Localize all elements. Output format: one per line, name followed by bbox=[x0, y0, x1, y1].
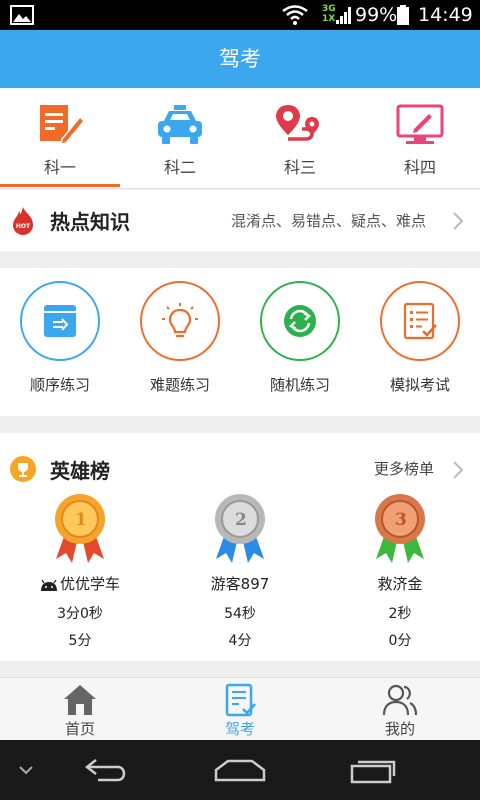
ranker-1[interactable]: 1 优优学车 3分0秒 5分 bbox=[0, 493, 160, 653]
chevron-right-icon bbox=[453, 461, 464, 479]
recent-apps-icon[interactable] bbox=[350, 756, 398, 784]
wifi-icon bbox=[282, 5, 308, 25]
page-title: 驾考 bbox=[219, 47, 261, 71]
gallery-icon bbox=[10, 5, 34, 25]
ranker-name-row: 游客897 bbox=[160, 573, 320, 594]
rank-number: 1 bbox=[75, 510, 87, 530]
practice-circle bbox=[380, 281, 460, 361]
practice-sequence-button[interactable]: 顺序练习 bbox=[0, 268, 120, 416]
tab-label: 科三 bbox=[283, 158, 316, 177]
shuffle-icon bbox=[284, 305, 316, 337]
rank-number: 2 bbox=[235, 510, 247, 530]
checklist-icon bbox=[403, 302, 437, 340]
practice-panel: 顺序练习 难题练习 随机练习 模拟考试 bbox=[0, 268, 480, 416]
practice-label: 难题练习 bbox=[149, 376, 210, 394]
practice-mock-exam-button[interactable]: 模拟考试 bbox=[360, 268, 480, 416]
practice-random-button[interactable]: 随机练习 bbox=[240, 268, 360, 416]
bottom-nav: 首页 驾考 我的 bbox=[0, 677, 480, 740]
exam-paper-pen-icon bbox=[40, 105, 84, 145]
chevron-down-icon[interactable] bbox=[18, 764, 34, 776]
nav-home[interactable]: 首页 bbox=[0, 678, 160, 741]
hot-fire-icon: HOT bbox=[13, 207, 33, 235]
practice-hard-button[interactable]: 难题练习 bbox=[120, 268, 240, 416]
signal-icon bbox=[336, 7, 351, 24]
more-rankings-link[interactable]: 更多榜单 bbox=[374, 458, 434, 479]
practice-label: 随机练习 bbox=[269, 376, 330, 394]
ranker-3[interactable]: 3 救济金 2秒 0分 bbox=[320, 493, 480, 653]
practice-circle bbox=[20, 281, 100, 361]
ranker-time: 3分0秒 bbox=[57, 606, 103, 622]
battery-icon bbox=[397, 5, 409, 25]
sequence-icon bbox=[44, 305, 76, 337]
tab-subject-2[interactable]: 科二 bbox=[120, 88, 240, 188]
tab-label: 科二 bbox=[163, 158, 196, 177]
chevron-right-icon bbox=[453, 212, 464, 230]
car-icon bbox=[158, 105, 202, 144]
system-nav-bar bbox=[0, 740, 480, 800]
ranker-score: 0分 bbox=[388, 633, 412, 649]
hot-knowledge-desc: 混淆点、易错点、疑点、难点 bbox=[231, 212, 427, 230]
home-nav-icon[interactable] bbox=[214, 758, 266, 782]
tab-subject-1[interactable]: 科一 bbox=[0, 88, 120, 188]
network-type-label: 3G 1X bbox=[322, 4, 336, 24]
practice-circle bbox=[260, 281, 340, 361]
home-icon bbox=[64, 685, 96, 715]
lightbulb-icon bbox=[162, 303, 198, 338]
status-bar: 3G 1X 99% 14:49 bbox=[0, 0, 480, 30]
hero-board-title: 英雄榜 bbox=[50, 459, 110, 483]
ranker-name-row: 救济金 bbox=[320, 573, 480, 594]
ranker-2[interactable]: 2 游客897 54秒 4分 bbox=[160, 493, 320, 653]
tab-label: 科四 bbox=[403, 158, 436, 177]
selected-tab-indicator bbox=[0, 184, 120, 187]
users-icon bbox=[382, 684, 418, 716]
nav-label: 首页 bbox=[64, 720, 95, 738]
hot-knowledge-title: 热点知识 bbox=[50, 210, 130, 234]
tab-label: 科一 bbox=[43, 158, 76, 177]
practice-label: 模拟考试 bbox=[389, 376, 450, 394]
nav-label: 我的 bbox=[384, 720, 415, 738]
nav-exam[interactable]: 驾考 bbox=[160, 678, 320, 741]
exam-list-icon bbox=[225, 683, 256, 717]
nav-mine[interactable]: 我的 bbox=[320, 678, 480, 741]
ranker-score: 5分 bbox=[68, 633, 92, 649]
ranker-score: 4分 bbox=[228, 633, 252, 649]
hot-badge-text: HOT bbox=[16, 223, 31, 230]
practice-circle bbox=[140, 281, 220, 361]
hero-board: 英雄榜 更多榜单 1 优优学车 3分0秒 5分 2 游客897 54秒 4分 3… bbox=[0, 433, 480, 661]
trophy-icon bbox=[10, 456, 36, 482]
battery-percent: 99% bbox=[355, 4, 398, 26]
clock: 14:49 bbox=[418, 4, 473, 26]
ranker-name: 游客897 bbox=[210, 575, 270, 593]
ranker-name: 优优学车 bbox=[59, 575, 120, 593]
hot-knowledge-row[interactable]: HOT 热点知识 混淆点、易错点、疑点、难点 bbox=[0, 190, 480, 251]
tab-subject-3[interactable]: 科三 bbox=[240, 88, 360, 188]
ranker-name-row: 优优学车 bbox=[0, 573, 160, 594]
back-icon[interactable] bbox=[84, 756, 130, 784]
ranker-name: 救济金 bbox=[377, 575, 423, 593]
practice-label: 顺序练习 bbox=[29, 376, 90, 394]
monitor-pen-icon bbox=[396, 104, 444, 144]
subject-tabs: 科一 科二 科三 科四 bbox=[0, 88, 480, 189]
ranker-time: 2秒 bbox=[388, 606, 412, 622]
ranker-time: 54秒 bbox=[224, 606, 256, 622]
android-icon bbox=[40, 579, 57, 591]
route-pin-icon bbox=[276, 105, 319, 141]
tab-subject-4[interactable]: 科四 bbox=[360, 88, 480, 188]
rank-number: 3 bbox=[395, 510, 407, 530]
title-bar: 驾考 bbox=[0, 30, 480, 88]
nav-label: 驾考 bbox=[224, 720, 255, 738]
